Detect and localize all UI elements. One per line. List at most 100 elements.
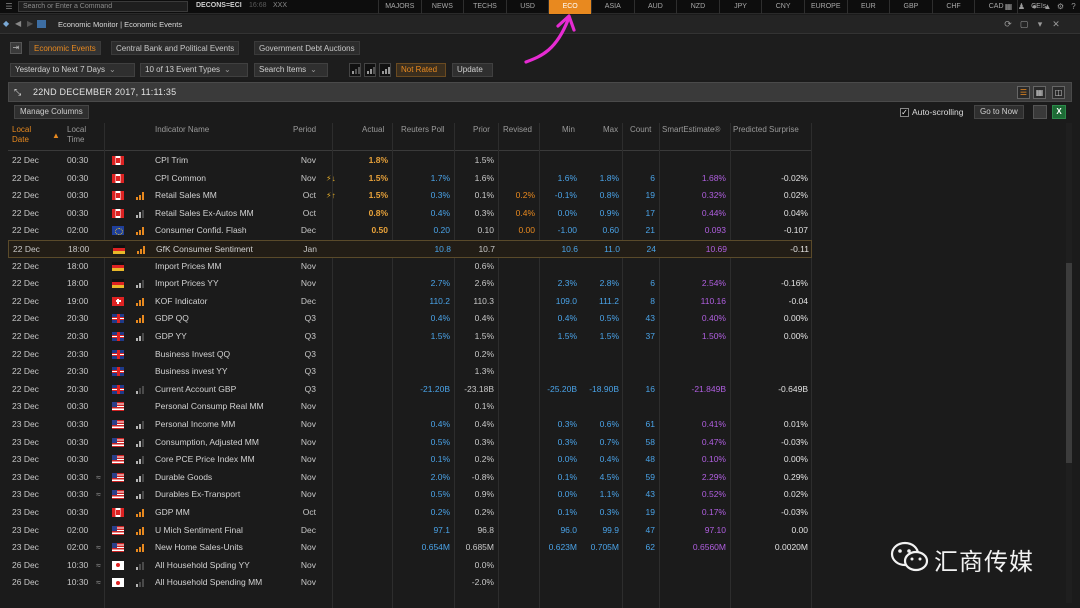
table-row[interactable]: 23 Dec 00:30 Consumption, Adjusted MM Nov 0.… bbox=[8, 434, 812, 452]
market-tab-techs[interactable]: TECHS bbox=[463, 0, 506, 14]
forward-icon[interactable]: ▶ bbox=[27, 19, 33, 28]
search-items-select[interactable]: Search Items ⌄ bbox=[254, 63, 328, 77]
table-row[interactable]: 23 Dec 02:00 ≈ New Home Sales-Units Nov 0.654… bbox=[8, 539, 812, 557]
table-row[interactable]: 22 Dec 00:30 CPI Common Nov ⚡↓ 1.5% 1.7% 1.6% 1.… bbox=[8, 170, 812, 188]
cell-poll: 1.5% bbox=[430, 331, 450, 341]
expand-icon[interactable]: ⤡ bbox=[14, 87, 25, 98]
table-row[interactable]: 26 Dec 10:30 ≈ All Household Spding YY Nov 0.… bbox=[8, 557, 812, 575]
table-row[interactable]: 23 Dec 00:30 GDP MM Oct 0.2% 0.2% 0.1% 0.3% 19 0.… bbox=[8, 504, 812, 522]
table-row[interactable]: 22 Dec 00:30 Retail Sales Ex-Autos MM Oct 0.… bbox=[8, 205, 812, 223]
col-prior[interactable]: Prior bbox=[473, 125, 490, 135]
table-row[interactable]: 22 Dec 02:00 Consumer Confid. Flash Dec 0.50… bbox=[8, 222, 812, 240]
date-range-select[interactable]: Yesterday to Next 7 Days ⌄ bbox=[10, 63, 135, 77]
tab-central-bank-events[interactable]: Central Bank and Political Events bbox=[111, 41, 240, 55]
col-local-time[interactable]: Local Time bbox=[67, 125, 97, 145]
flag-us-icon bbox=[112, 543, 124, 553]
table-row[interactable]: 23 Dec 00:30 ≈ Durable Goods Nov 2.0% -0.8% 0.1… bbox=[8, 469, 812, 487]
command-input[interactable]: Search or Enter a Command bbox=[18, 1, 188, 12]
autoscroll-checkbox[interactable]: ✓ bbox=[900, 108, 909, 117]
col-indicator-name[interactable]: Indicator Name bbox=[155, 125, 209, 135]
table-row[interactable]: 22 Dec 00:30 Retail Sales MM Oct ⚡↑ 1.5% 0.3% 0… bbox=[8, 187, 812, 205]
chat-icon[interactable]: ● bbox=[1028, 0, 1041, 14]
update-button[interactable]: Update bbox=[452, 63, 493, 77]
table-row[interactable]: 23 Dec 00:30 ≈ Durables Ex-Transport Nov 0.5%… bbox=[8, 486, 812, 504]
table-row[interactable]: 22 Dec 20:30 Business Invest QQ Q3 0.2% bbox=[8, 346, 812, 364]
market-tab-news[interactable]: NEWS bbox=[420, 0, 464, 14]
table-row[interactable]: 22 Dec 00:30 CPI Trim Nov 1.8% 1.5% bbox=[8, 152, 812, 170]
tab-economic-events[interactable]: Economic Events bbox=[29, 41, 101, 55]
go-to-now-button[interactable]: Go to Now bbox=[974, 105, 1024, 119]
table-row[interactable]: 22 Dec 18:00 Import Prices MM Nov 0.6% bbox=[8, 258, 812, 276]
col-min[interactable]: Min bbox=[562, 125, 575, 135]
user-icon[interactable]: ♟ bbox=[1015, 0, 1028, 14]
rating-3-icon[interactable] bbox=[379, 63, 391, 77]
bell-icon[interactable]: ▲ bbox=[1041, 0, 1054, 14]
tab-government-debt-auctions[interactable]: Government Debt Auctions bbox=[254, 41, 360, 55]
calendar-view-icon[interactable]: ▦ bbox=[1033, 86, 1046, 99]
scrollbar-thumb[interactable] bbox=[1066, 263, 1072, 463]
col-max[interactable]: Max bbox=[603, 125, 618, 135]
list-view-icon[interactable]: ☰ bbox=[1017, 86, 1030, 99]
market-tab-chf[interactable]: CHF bbox=[931, 0, 975, 14]
col-predicted-surprise[interactable]: Predicted Surprise bbox=[733, 125, 799, 135]
rating-1-icon[interactable] bbox=[349, 63, 361, 77]
market-tab-gbp[interactable]: GBP bbox=[889, 0, 932, 14]
sort-asc-icon[interactable]: ▲ bbox=[52, 131, 60, 141]
table-row[interactable]: 22 Dec 20:30 Current Account GBP Q3 -21.20B -… bbox=[8, 381, 812, 399]
print-icon[interactable] bbox=[1033, 105, 1047, 119]
cell-poll: 1.7% bbox=[430, 172, 450, 183]
table-row[interactable]: 26 Dec 10:30 ≈ All Household Spending MM Nov… bbox=[8, 574, 812, 592]
settings-icon[interactable]: ⚙ bbox=[1054, 0, 1067, 14]
watermark-text: 汇商传媒 bbox=[934, 548, 1034, 576]
market-tab-majors[interactable]: MAJORS bbox=[378, 0, 421, 14]
not-rated-toggle[interactable]: Not Rated bbox=[396, 63, 446, 77]
layout-icon[interactable]: ◫ bbox=[1052, 86, 1065, 99]
market-tab-cny[interactable]: CNY bbox=[761, 0, 804, 14]
col-actual[interactable]: Actual bbox=[362, 125, 384, 135]
cell-date: 23 Dec bbox=[12, 436, 39, 447]
grid-icon[interactable]: ▦ bbox=[1002, 0, 1015, 14]
cell-min: -25.20B bbox=[547, 383, 577, 394]
menu-icon[interactable]: ☰ bbox=[3, 1, 15, 12]
close-icon[interactable]: ✕ bbox=[1048, 17, 1064, 31]
market-tab-jpy[interactable]: JPY bbox=[718, 0, 762, 14]
cell-min: 0.0% bbox=[557, 489, 577, 500]
col-reuters-poll[interactable]: Reuters Poll bbox=[401, 125, 445, 135]
table-row[interactable]: 22 Dec 18:00 GfK Consumer Sentiment Jan 10.8… bbox=[8, 240, 812, 258]
market-tab-eur[interactable]: EUR bbox=[846, 0, 890, 14]
table-row[interactable]: 22 Dec 20:30 Business invest YY Q3 1.3% bbox=[8, 363, 812, 381]
popout-icon[interactable]: ▢ bbox=[1016, 17, 1032, 31]
table-row[interactable]: 22 Dec 18:00 Import Prices YY Nov 2.7% 2.6% 2.… bbox=[8, 275, 812, 293]
table-row[interactable]: 23 Dec 02:00 U Mich Sentiment Final Dec 97.1… bbox=[8, 522, 812, 540]
table-row[interactable]: 22 Dec 19:00 KOF Indicator Dec 110.2 110.3 109… bbox=[8, 293, 812, 311]
flag-ca-icon bbox=[112, 208, 124, 218]
refresh-icon[interactable]: ⟳ bbox=[1000, 17, 1016, 31]
market-tab-nzd[interactable]: NZD bbox=[676, 0, 719, 14]
rating-2-icon[interactable] bbox=[364, 63, 376, 77]
col-smart-estimate[interactable]: SmartEstimate® bbox=[662, 125, 720, 135]
cell-count bbox=[623, 152, 655, 170]
table-row[interactable]: 23 Dec 00:30 Core PCE Price Index MM Nov 0.1… bbox=[8, 451, 812, 469]
col-revised[interactable]: Revised bbox=[503, 125, 532, 135]
excel-export-icon[interactable]: X bbox=[1052, 105, 1066, 119]
vertical-scrollbar[interactable] bbox=[1066, 123, 1072, 603]
cell-revised: 0.00 bbox=[518, 225, 535, 236]
col-period[interactable]: Period bbox=[293, 125, 316, 135]
market-tab-asia[interactable]: ASIA bbox=[590, 0, 634, 14]
cell-name: All Household Spending MM bbox=[155, 577, 263, 588]
cell-actual bbox=[349, 241, 389, 259]
help-icon[interactable]: ? bbox=[1067, 0, 1080, 14]
market-tab-europe[interactable]: EUROPE bbox=[803, 0, 847, 14]
table-row[interactable]: 23 Dec 00:30 Personal Consump Real MM Nov 0.… bbox=[8, 398, 812, 416]
dropdown-icon[interactable]: ▾ bbox=[1032, 17, 1048, 31]
market-tab-aud[interactable]: AUD bbox=[633, 0, 677, 14]
back-icon[interactable]: ◀ bbox=[15, 19, 21, 28]
event-types-select[interactable]: 10 of 13 Event Types ⌄ bbox=[140, 63, 248, 77]
manage-columns-button[interactable]: Manage Columns bbox=[14, 105, 89, 119]
table-row[interactable]: 22 Dec 20:30 GDP YY Q3 1.5% 1.5% 1.5% 1.5% 37 1.5… bbox=[8, 328, 812, 346]
table-row[interactable]: 23 Dec 00:30 Personal Income MM Nov 0.4% 0.4%… bbox=[8, 416, 812, 434]
col-count[interactable]: Count bbox=[630, 125, 651, 135]
col-local-date[interactable]: Local Date bbox=[12, 125, 48, 145]
table-row[interactable]: 22 Dec 20:30 GDP QQ Q3 0.4% 0.4% 0.4% 0.5% 43 0.4… bbox=[8, 310, 812, 328]
panel-toggle-icon[interactable]: ⇥ bbox=[10, 42, 22, 54]
